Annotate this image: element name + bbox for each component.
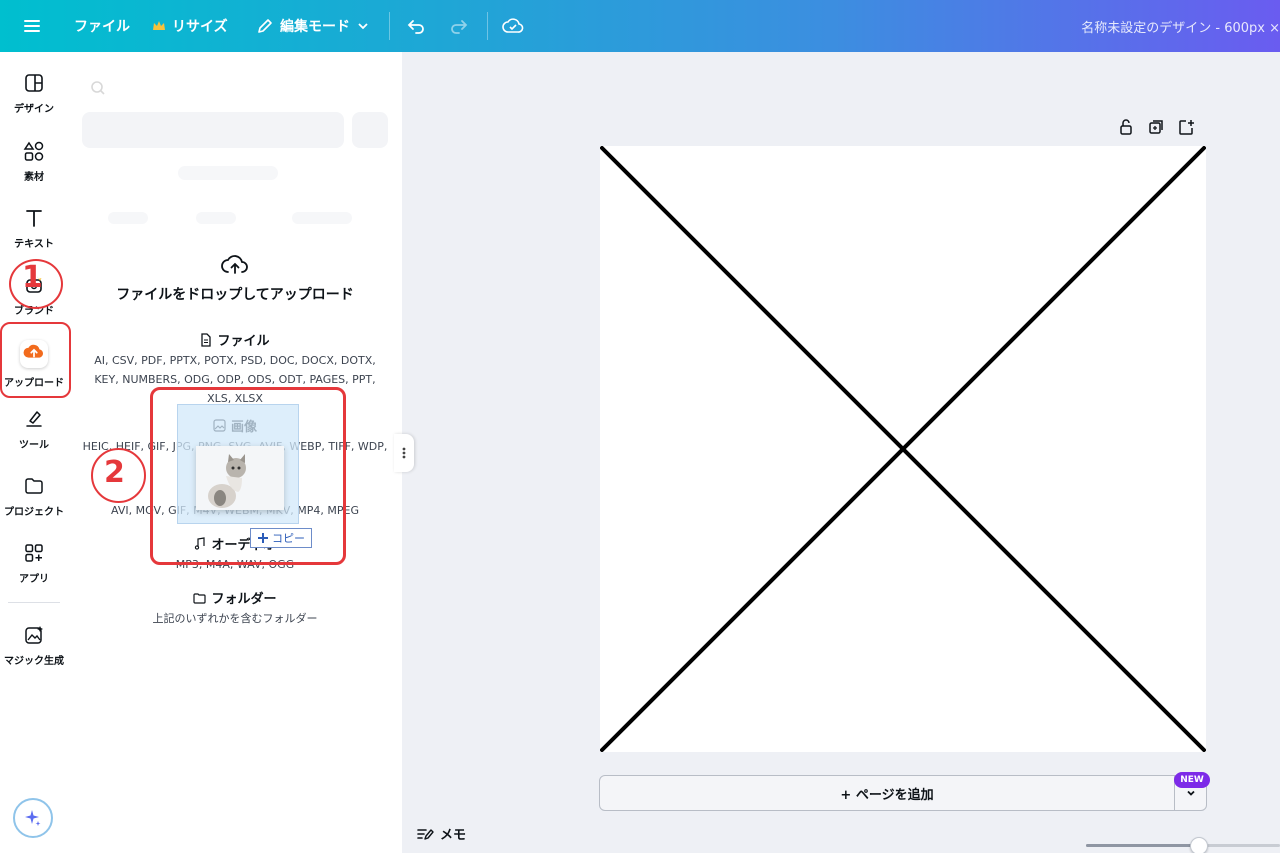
upload-files-button-placeholder xyxy=(82,112,344,148)
undo-button[interactable] xyxy=(406,0,426,52)
annotation-number-1: 1 xyxy=(22,260,43,295)
new-badge: NEW xyxy=(1174,772,1210,788)
drop-title: ファイルをドロップしてアップロード xyxy=(116,287,354,303)
rail-label: テキスト xyxy=(14,239,54,250)
rail-label: マジック生成 xyxy=(4,656,64,667)
folder-icon xyxy=(25,478,43,494)
add-page-icon[interactable] xyxy=(1177,118,1195,136)
search-icon xyxy=(91,81,105,95)
search-placeholder xyxy=(82,70,388,106)
chevron-down-icon xyxy=(358,23,368,30)
section-folder-heading: フォルダー xyxy=(68,588,402,607)
redo-icon xyxy=(451,20,468,34)
section-files-heading: ファイル xyxy=(68,330,402,349)
rail-divider xyxy=(8,602,60,603)
sparkle-icon xyxy=(25,810,41,826)
rail-label: アプリ xyxy=(19,574,49,585)
edit-mode-dropdown[interactable]: 編集モード xyxy=(256,0,370,52)
top-bar: ファイル リサイズ 編集モード 名称未設定のデザイン - 600px × xyxy=(0,0,1280,52)
faded-text xyxy=(178,166,278,180)
section-title: フォルダー xyxy=(211,592,277,607)
section-folder: フォルダー 上記のいずれかを含むフォルダー xyxy=(68,588,402,628)
resize-button[interactable]: リサイズ xyxy=(152,0,228,52)
chevron-down-icon xyxy=(1186,790,1195,796)
toolbar-divider xyxy=(389,12,390,40)
duplicate-page-icon[interactable] xyxy=(1147,118,1165,136)
page-toolbar xyxy=(1117,118,1195,140)
add-page-label: + ページを追加 xyxy=(840,787,934,803)
hamburger-icon xyxy=(24,20,40,32)
lock-icon[interactable] xyxy=(1117,118,1135,136)
design-page[interactable] xyxy=(600,146,1206,752)
toolbar-divider xyxy=(487,12,488,40)
section-title: ファイル xyxy=(217,334,270,349)
rail-item-tools[interactable]: ツール xyxy=(0,408,68,468)
rail-label: デザイン xyxy=(14,104,54,115)
add-page-button[interactable]: + ページを追加 xyxy=(599,775,1207,811)
layout-icon xyxy=(25,74,43,92)
file-menu[interactable]: ファイル xyxy=(74,0,130,52)
magic-image-icon xyxy=(25,626,43,644)
file-menu-label: ファイル xyxy=(74,19,130,35)
save-status-button[interactable] xyxy=(502,0,524,52)
rail-item-elements[interactable]: 素材 xyxy=(0,140,68,200)
text-icon xyxy=(26,210,42,227)
zoom-slider-track[interactable] xyxy=(1086,844,1280,847)
faded-tab xyxy=(196,212,236,224)
section-formats: 上記のいずれかを含むフォルダー xyxy=(152,612,318,625)
notes-button[interactable]: メモ xyxy=(416,824,466,843)
vertical-dots-icon xyxy=(402,447,406,459)
resize-label: リサイズ xyxy=(172,19,228,35)
edit-mode-label: 編集モード xyxy=(280,19,350,35)
rail-label: 素材 xyxy=(24,172,44,183)
rail-item-text[interactable]: テキスト xyxy=(0,207,68,267)
folder-icon xyxy=(193,592,207,604)
rail-item-magic[interactable]: マジック生成 xyxy=(0,624,68,684)
rail-label: ツール xyxy=(19,440,49,451)
magic-assistant-button[interactable] xyxy=(13,798,53,838)
document-icon xyxy=(201,332,212,347)
image-placeholder-x xyxy=(600,146,1206,752)
pencil-icon xyxy=(258,19,272,33)
undo-icon xyxy=(407,20,424,34)
document-title[interactable]: 名称未設定のデザイン - 600px × xyxy=(1081,0,1280,52)
menu-button[interactable] xyxy=(22,0,42,52)
document-title-text: 名称未設定のデザイン - 600px × xyxy=(1081,20,1280,36)
annotation-number-2: 2 xyxy=(104,455,125,490)
annotation-box-upload xyxy=(0,322,71,398)
apps-icon xyxy=(25,544,43,562)
redo-button[interactable] xyxy=(449,0,469,52)
rail-item-apps[interactable]: アプリ xyxy=(0,542,68,602)
annotation-box-drop xyxy=(150,387,346,565)
cloud-check-icon xyxy=(502,18,524,33)
zoom-slider-thumb[interactable] xyxy=(1189,837,1208,853)
cloud-upload-outline-icon xyxy=(221,255,248,274)
draw-tool-icon xyxy=(26,411,42,427)
zoom-slider-fill xyxy=(1086,844,1199,847)
notes-label: メモ xyxy=(440,828,467,843)
faded-tab xyxy=(108,212,148,224)
faded-tab xyxy=(292,212,352,224)
more-options-placeholder xyxy=(352,112,388,148)
crown-icon xyxy=(153,21,165,30)
notes-icon xyxy=(417,828,434,840)
rail-item-projects[interactable]: プロジェクト xyxy=(0,475,68,535)
panel-collapse-handle[interactable] xyxy=(394,434,414,472)
rail-label: プロジェクト xyxy=(4,507,64,518)
shapes-icon xyxy=(23,141,44,161)
rail-item-design[interactable]: デザイン xyxy=(0,72,68,132)
left-rail: デザイン 素材 テキスト ブランド アップロード ツール プロジェクト アプリ … xyxy=(0,52,68,853)
